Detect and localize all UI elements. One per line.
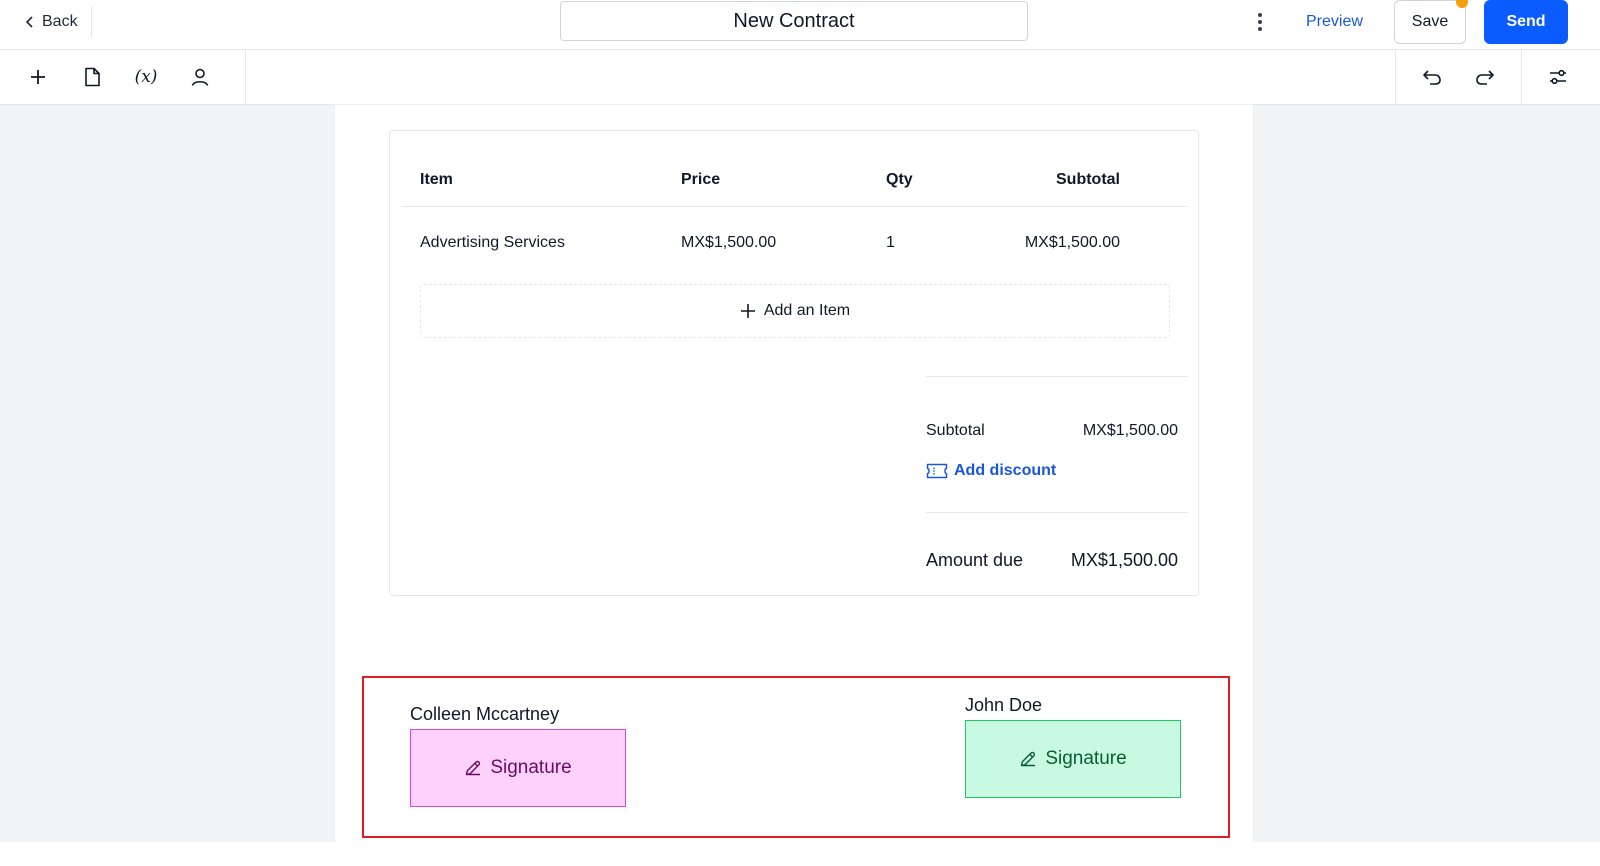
signature-section: Colleen Mccartney Signature John Doe Sig… xyxy=(362,676,1230,838)
document-page: Item Price Qty Subtotal Advertising Serv… xyxy=(335,105,1253,842)
variable-icon[interactable]: (x) xyxy=(132,63,160,91)
unsaved-indicator xyxy=(1456,0,1468,8)
settings-sliders-icon[interactable] xyxy=(1544,63,1572,91)
back-label: Back xyxy=(42,13,78,30)
save-button[interactable]: Save xyxy=(1394,0,1466,44)
add-discount-label: Add discount xyxy=(954,462,1057,479)
table-row-subtotal: MX$1,500.00 xyxy=(1024,234,1120,251)
divider xyxy=(245,50,246,105)
user-icon[interactable] xyxy=(186,63,214,91)
pen-icon xyxy=(466,760,481,776)
column-header-subtotal: Subtotal xyxy=(1056,171,1120,188)
pen-icon xyxy=(1021,751,1036,767)
document-icon[interactable] xyxy=(78,63,106,91)
divider xyxy=(1521,50,1522,105)
preview-link[interactable]: Preview xyxy=(1306,10,1363,34)
table-row-qty[interactable]: 1 xyxy=(886,234,895,252)
document-title-input[interactable]: New Contract xyxy=(560,1,1028,41)
send-button[interactable]: Send xyxy=(1484,0,1568,44)
add-discount-link[interactable]: Add discount xyxy=(926,462,1056,480)
amount-due-value: MX$1,500.00 xyxy=(1070,550,1178,570)
editor-canvas: Item Price Qty Subtotal Advertising Serv… xyxy=(0,105,1600,842)
signature-label: Signature xyxy=(1045,748,1127,769)
bottom-strip xyxy=(0,842,1600,866)
add-item-label: Add an Item xyxy=(763,302,851,319)
plus-icon xyxy=(740,304,755,318)
ticket-icon xyxy=(926,463,948,479)
subtotal-label: Subtotal xyxy=(926,422,985,439)
subtotal-value: MX$1,500.00 xyxy=(1082,422,1178,439)
pricing-table[interactable]: Item Price Qty Subtotal Advertising Serv… xyxy=(389,130,1199,596)
divider xyxy=(926,376,1188,377)
table-row-item[interactable]: Advertising Services xyxy=(420,234,565,252)
table-row-price[interactable]: MX$1,500.00 xyxy=(681,234,776,252)
divider xyxy=(926,512,1188,513)
back-button[interactable]: Back xyxy=(24,10,78,34)
signature-field-colleen[interactable]: Signature xyxy=(410,729,626,807)
signer-name: Colleen Mccartney xyxy=(410,704,560,724)
amount-due-label: Amount due xyxy=(926,550,1024,570)
editor-toolbar: (x) xyxy=(0,50,1600,105)
signer-name: John Doe xyxy=(965,695,1043,715)
signature-label: Signature xyxy=(490,757,572,778)
chevron-left-icon xyxy=(25,16,33,28)
signature-field-john[interactable]: Signature xyxy=(965,720,1181,798)
redo-icon[interactable] xyxy=(1471,63,1499,91)
column-header-price: Price xyxy=(681,171,721,188)
more-options-icon[interactable] xyxy=(1252,10,1268,34)
column-header-qty: Qty xyxy=(886,171,913,188)
top-bar: Back New Contract Preview Save Send xyxy=(0,0,1600,50)
undo-icon[interactable] xyxy=(1418,63,1446,91)
column-header-item: Item xyxy=(420,171,453,188)
plus-icon[interactable] xyxy=(24,63,52,91)
divider xyxy=(1395,50,1396,105)
divider xyxy=(91,6,92,38)
divider xyxy=(402,206,1188,207)
add-item-button[interactable]: Add an Item xyxy=(420,284,1170,338)
